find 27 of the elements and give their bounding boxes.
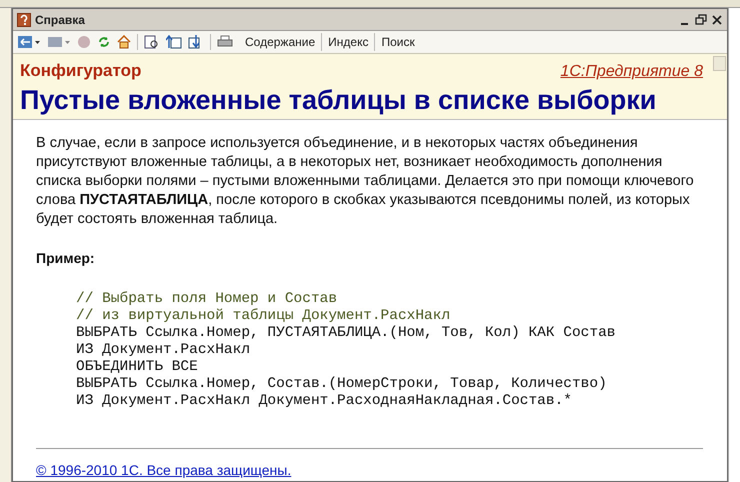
toolbar-link[interactable]: Содержание	[239, 33, 322, 51]
paragraph: В случае, если в запросе используется объединение, и в некоторых частях объединения присутствуют вложенные таблицы, а в некоторых нет, возникает необходимость дополнения списка выборки полями – пустыми вложенными таблицами. Делается это при помощи ключевого слова ПУСТАЯТАБЛИЦА, после которого в скобках указываются псевдонимы полей, из которых будет состоять вложенная таблица.	[36, 134, 695, 229]
example-label: Пример:	[36, 249, 96, 268]
copyright-link[interactable]: © 1996-2010 1С. Все права защищены.	[36, 460, 292, 481]
restore-icon[interactable]	[695, 14, 707, 26]
toolbar-link[interactable]: Поиск	[374, 33, 421, 51]
code-line: ВЫБРАТЬ Ссылка.Номер, Состав.(НомерСтроки, Товар, Количество)	[76, 376, 607, 393]
code-line: ОБЪЕДИНИТЬ ВСЕ	[76, 359, 198, 376]
product-link[interactable]: 1С:Предприятие 8	[560, 60, 703, 84]
back-arrow-icon[interactable]	[17, 35, 41, 49]
scrollbar-button[interactable]	[713, 56, 726, 71]
close-icon[interactable]	[711, 14, 723, 26]
up-arrow-icon[interactable]	[166, 35, 182, 49]
code-line: ИЗ Документ.РасхНакл Документ.РасходнаяНакладная.Состав.*	[76, 393, 572, 410]
code-line: ИЗ Документ.РасхНакл	[76, 342, 250, 359]
code-comment: // Выбрать поля Номер и Состав	[76, 291, 338, 308]
code-line: ВЫБРАТЬ Ссылка.Номер, ПУСТАЯТАБЛИЦА.(Ном, Тов, Кол) КАК Состав	[76, 325, 616, 342]
refresh-icon[interactable]	[97, 35, 111, 49]
help-icon	[17, 12, 31, 26]
print-icon[interactable]	[217, 35, 233, 49]
code-comment: // из виртуальной таблицы Документ.РасхНакл	[76, 308, 450, 325]
section-title: Конфигуратор	[20, 60, 142, 82]
toolbar-link[interactable]: Индекс	[321, 33, 374, 51]
home-icon[interactable]	[117, 35, 131, 49]
window-title: Справка	[35, 12, 85, 28]
page-title: Пустые вложенные таблицы в списке выборки	[20, 84, 658, 116]
find-page-icon[interactable]	[144, 35, 160, 49]
